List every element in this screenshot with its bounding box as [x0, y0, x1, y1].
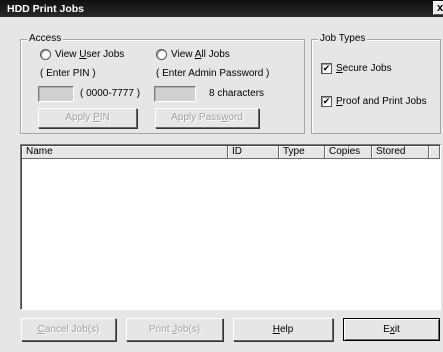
pin-range-label: ( 0000-7777 )	[80, 88, 141, 99]
cancel-jobs-button[interactable]: Cancel Job(s)	[21, 318, 116, 341]
help-button[interactable]: Help	[233, 318, 333, 341]
job-list[interactable]: Name ID Type Copies Stored	[20, 144, 441, 310]
title-bar: HDD Print Jobs x	[0, 0, 443, 17]
close-icon[interactable]: x	[437, 2, 443, 14]
apply-password-button[interactable]: Apply Password	[155, 108, 259, 128]
job-types-legend: Job Types	[318, 33, 368, 44]
password-length-label: 8 characters	[209, 88, 265, 99]
column-header-type[interactable]: Type	[279, 146, 325, 159]
checkmark-icon: ✔	[322, 63, 331, 73]
access-legend: Access	[27, 33, 64, 44]
print-jobs-button[interactable]: Print Job(s)	[126, 318, 223, 341]
view-user-jobs-radio[interactable]	[40, 49, 51, 60]
column-header-name[interactable]: Name	[22, 146, 228, 159]
column-header-copies[interactable]: Copies	[325, 146, 372, 159]
close-button[interactable]: x	[433, 1, 443, 15]
secure-jobs-checkbox[interactable]: ✔	[321, 63, 332, 74]
pin-input[interactable]	[38, 86, 74, 102]
admin-password-input[interactable]	[154, 86, 196, 102]
window-title: HDD Print Jobs	[7, 3, 85, 15]
job-types-group: Job Types	[311, 33, 441, 134]
view-all-jobs-radio[interactable]	[156, 49, 167, 60]
proof-print-jobs-checkbox[interactable]: ✔	[321, 96, 332, 107]
enter-admin-password-label: ( Enter Admin Password )	[156, 68, 270, 79]
secure-jobs-label[interactable]: Secure Jobs	[336, 63, 392, 74]
proof-print-jobs-label[interactable]: Proof and Print Jobs	[336, 96, 427, 107]
exit-button[interactable]: Exit	[343, 318, 440, 341]
column-header-stored[interactable]: Stored	[372, 146, 429, 159]
column-header-filler	[429, 146, 440, 159]
apply-pin-button[interactable]: Apply PIN	[38, 108, 137, 128]
view-all-jobs-label[interactable]: View All Jobs	[171, 49, 230, 60]
view-user-jobs-label[interactable]: View User Jobs	[55, 49, 124, 60]
column-header-id[interactable]: ID	[228, 146, 279, 159]
enter-pin-label: ( Enter PIN )	[40, 68, 96, 79]
checkmark-icon: ✔	[322, 96, 331, 106]
